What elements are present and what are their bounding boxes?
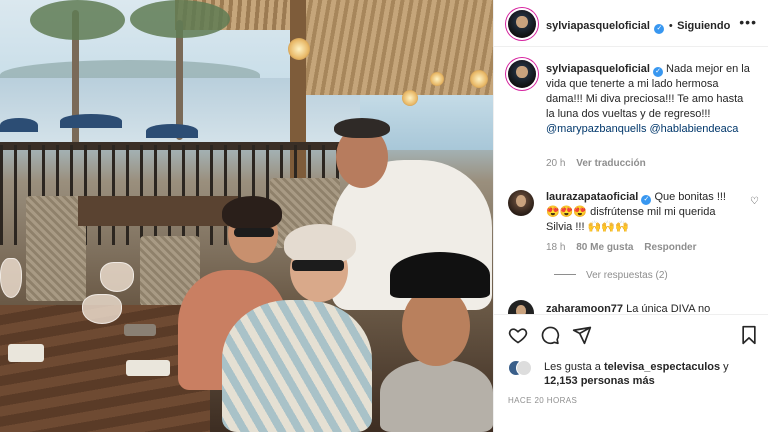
- likes-middle: y: [720, 361, 729, 373]
- verified-badge-icon: ✓: [641, 195, 652, 205]
- photo-woman-right-face: [402, 286, 470, 366]
- comment-meta: 18 h 80 Me gusta Responder: [546, 242, 697, 253]
- comment-body: La única DIVA no: [623, 303, 711, 314]
- see-translation-link[interactable]: Ver traducción: [576, 158, 645, 169]
- photo-man-hair: [334, 118, 390, 138]
- likes-prefix: Les gusta a: [544, 361, 604, 373]
- post-action-bar: [494, 314, 768, 354]
- comment-text: zaharamoon77 La única DIVA no: [546, 302, 751, 314]
- comment-age: 18 h: [546, 242, 566, 253]
- comment-bubble-icon[interactable]: [540, 325, 560, 345]
- photo-wicker-chair: [26, 196, 86, 301]
- caption-username[interactable]: sylviapasqueloficial: [546, 63, 650, 75]
- photo-lantern: [430, 72, 444, 86]
- photo-woman-center-hair: [284, 224, 356, 264]
- photo-black-cap: [390, 252, 490, 298]
- author-username[interactable]: sylviapasqueloficial: [546, 20, 650, 32]
- caption-meta: 20 h Ver traducción: [546, 158, 646, 169]
- verified-badge-icon: ✓: [653, 67, 663, 77]
- share-send-icon[interactable]: [572, 325, 592, 345]
- photo-sunglasses: [292, 260, 344, 271]
- mention-link[interactable]: @hablabiendeaca: [650, 123, 739, 135]
- photo-coaster: [124, 324, 156, 336]
- more-options-icon[interactable]: •••: [739, 14, 757, 30]
- mention-link[interactable]: @marypazbanquells: [546, 123, 646, 135]
- photo-glass: [0, 258, 22, 298]
- like-heart-icon[interactable]: [508, 325, 528, 345]
- verified-badge-icon: ✓: [654, 24, 665, 34]
- photo-back-table: [78, 196, 238, 226]
- post-timestamp: HACE 20 HORAS: [508, 396, 578, 405]
- comments-scroll-area[interactable]: sylviapasqueloficial ✓ Nada mejor en la …: [494, 48, 768, 314]
- post-header: sylviapasqueloficial ✓ • Siguiendo •••: [494, 0, 768, 47]
- caption-avatar[interactable]: [508, 60, 536, 88]
- replies-line: [554, 274, 576, 275]
- photo-beach-umbrella: [146, 124, 198, 138]
- photo-woman-right-top: [380, 360, 493, 432]
- photo-plate: [8, 344, 44, 362]
- photo-glass: [82, 294, 122, 324]
- following-button[interactable]: Siguiendo: [677, 20, 730, 32]
- photo-woman-left-hair: [222, 196, 282, 230]
- post-side-panel: sylviapasqueloficial ✓ • Siguiendo ••• s…: [493, 0, 768, 432]
- view-replies-label: Ver respuestas (2): [586, 270, 668, 281]
- photo-sunglasses: [234, 228, 274, 237]
- comment-text: laurazapataoficial ✓ Que bonitas !!! 😍😍😍…: [546, 190, 741, 235]
- photo-beach-umbrella: [0, 118, 38, 132]
- caption-text: sylviapasqueloficial ✓ Nada mejor en la …: [546, 62, 751, 137]
- caption-age: 20 h: [546, 158, 566, 169]
- photo-lantern: [402, 90, 418, 106]
- photo-palm-trunk: [176, 20, 183, 140]
- photo-palm-leaves: [130, 0, 230, 38]
- commenter-username[interactable]: zaharamoon77: [546, 303, 623, 314]
- header-user-line: sylviapasqueloficial ✓ • Siguiendo: [546, 16, 730, 34]
- liker-avatar[interactable]: [516, 360, 532, 376]
- photo-thatched-roof-right: [300, 0, 493, 95]
- liker-username[interactable]: televisa_espectaculos: [604, 361, 720, 373]
- save-bookmark-icon[interactable]: [740, 325, 758, 345]
- likes-summary: Les gusta a televisa_espectaculos y 12,1…: [544, 360, 759, 388]
- photo-glass: [100, 262, 134, 292]
- photo-napkin: [126, 360, 170, 376]
- reply-button[interactable]: Responder: [644, 242, 696, 253]
- post-photo[interactable]: [0, 0, 493, 432]
- photo-lantern: [288, 38, 310, 60]
- photo-palm-leaves: [30, 0, 125, 40]
- comment-likes[interactable]: 80 Me gusta: [576, 242, 633, 253]
- photo-lantern: [470, 70, 488, 88]
- likes-count[interactable]: 12,153 personas más: [544, 375, 655, 387]
- commenter-username[interactable]: laurazapataoficial: [546, 191, 638, 203]
- separator-dot: •: [668, 20, 673, 32]
- photo-woman-center-blouse: [222, 300, 372, 432]
- like-comment-heart-icon[interactable]: ♡: [750, 196, 759, 207]
- photo-beach-umbrella: [60, 114, 122, 128]
- commenter-avatar[interactable]: [508, 300, 534, 314]
- view-replies-button[interactable]: Ver respuestas (2): [554, 270, 668, 281]
- commenter-avatar[interactable]: [508, 190, 534, 216]
- author-avatar[interactable]: [508, 10, 536, 38]
